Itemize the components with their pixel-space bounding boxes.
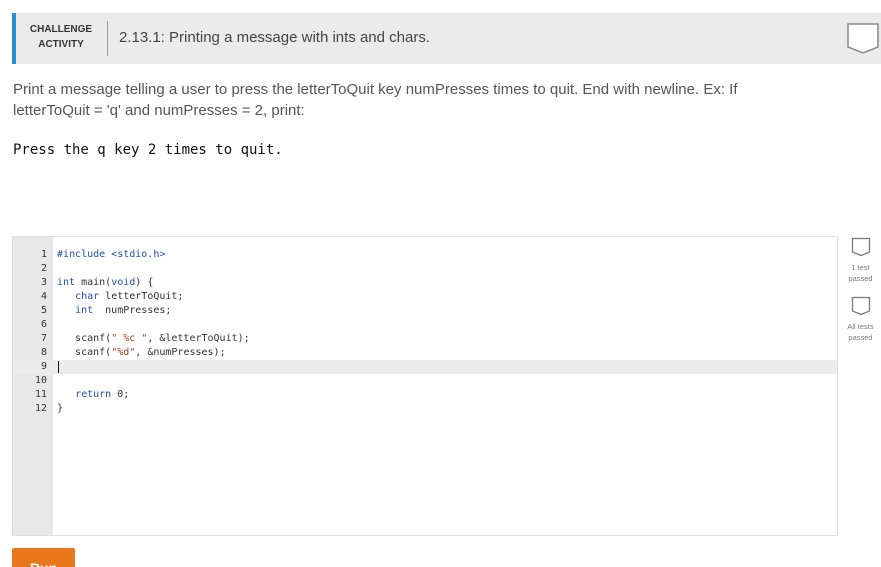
code-token: ) { (135, 277, 154, 288)
code-lines[interactable]: 1 #include <stdio.h> 2 3 int main(void) {4 c… (13, 248, 837, 416)
test-1-label: 1 test passed (840, 262, 881, 284)
code-line[interactable]: 1 #include <stdio.h> (13, 248, 837, 262)
badge-line-2: ACTIVITY (38, 39, 84, 50)
code-keyword: char (75, 291, 100, 302)
example-output: Press the q key 2 times to quit. (13, 142, 283, 158)
instructions: Print a message telling a user to press … (13, 79, 803, 121)
line-number: 1 (40, 249, 47, 260)
code-token: } (57, 403, 64, 414)
test-2-line-1: All tests (847, 322, 874, 331)
activity-title: 2.13.1: Printing a message with ints and… (119, 29, 431, 46)
code-text: } (57, 402, 63, 416)
code-line[interactable]: 5 int numPresses; (13, 304, 837, 318)
code-text: int numPresses; (57, 304, 171, 318)
instructions-line-2: letterToQuit = 'q' and numPresses = 2, p… (13, 102, 305, 119)
code-line[interactable]: 6 (13, 318, 837, 332)
code-keyword: #include <stdio.h> (57, 249, 166, 260)
line-number: 4 (40, 291, 47, 302)
challenge-activity-badge: CHALLENGE ACTIVITY (18, 22, 104, 52)
code-keyword: int (57, 277, 76, 288)
code-line[interactable]: 10 (13, 374, 837, 388)
code-keyword: int (75, 305, 94, 316)
code-line[interactable]: 3 int main(void) { (13, 276, 837, 290)
code-line[interactable]: 7 scanf(" %c ", &letterToQuit); (13, 332, 837, 346)
code-text: #include <stdio.h> (57, 248, 165, 262)
completion-shield-icon (847, 23, 879, 54)
code-string: "%d" (111, 347, 136, 358)
code-line[interactable]: 8 scanf("%d", &numPresses); (13, 346, 837, 360)
test-2-line-2: passed (848, 333, 873, 342)
test-1-line-2: passed (848, 274, 873, 283)
code-line[interactable]: 2 (13, 262, 837, 276)
test-2-label: All tests passed (840, 321, 881, 343)
line-number: 5 (40, 305, 47, 316)
code-text: int main(void) { (57, 276, 153, 290)
activity-header: CHALLENGE ACTIVITY 2.13.1: Printing a me… (12, 13, 881, 64)
run-button[interactable]: Run (12, 548, 75, 567)
code-line[interactable]: 12} (13, 402, 837, 416)
test-2-shield-icon (851, 296, 871, 316)
test-result-2: All tests passed (840, 296, 881, 343)
code-token: , &letterToQuit); (147, 333, 250, 344)
code-text: char letterToQuit; (57, 290, 183, 304)
code-string: " %c " (111, 333, 148, 344)
code-line[interactable]: 11 return 0; (13, 388, 837, 402)
code-token: letterToQuit; (99, 291, 184, 302)
code-token: 0; (111, 389, 130, 400)
code-text: return 0; (57, 388, 129, 402)
code-line[interactable]: 4 char letterToQuit; (13, 290, 837, 304)
line-number: 7 (40, 333, 47, 344)
line-number: 6 (40, 319, 47, 330)
line-number: 11 (34, 389, 47, 400)
line-number: 9 (40, 361, 47, 372)
line-number: 12 (34, 403, 47, 414)
line-number: 2 (40, 263, 47, 274)
code-token: main( (75, 277, 112, 288)
code-line[interactable]: 9 (13, 360, 837, 374)
line-number: 8 (40, 347, 47, 358)
code-token: numPresses; (93, 305, 172, 316)
header-divider (107, 21, 108, 56)
code-editor[interactable]: 1 #include <stdio.h> 2 3 int main(void) {4 c… (12, 236, 838, 536)
line-number: 3 (40, 277, 47, 288)
code-keyword: void (111, 277, 136, 288)
code-text: scanf("%d", &numPresses); (57, 346, 226, 360)
badge-line-1: CHALLENGE (29, 24, 93, 35)
test-1-shield-icon (851, 237, 871, 257)
text-cursor (58, 361, 59, 373)
test-result-1: 1 test passed (840, 237, 881, 284)
line-number: 10 (34, 375, 47, 386)
instructions-line-1: Print a message telling a user to press … (13, 81, 738, 98)
code-text: scanf(" %c ", &letterToQuit); (57, 332, 250, 346)
code-keyword: return (75, 389, 112, 400)
code-token: scanf( (57, 347, 112, 358)
code-token: , &numPresses); (135, 347, 226, 358)
code-token: scanf( (57, 333, 112, 344)
test-1-line-1: 1 test (851, 263, 870, 272)
